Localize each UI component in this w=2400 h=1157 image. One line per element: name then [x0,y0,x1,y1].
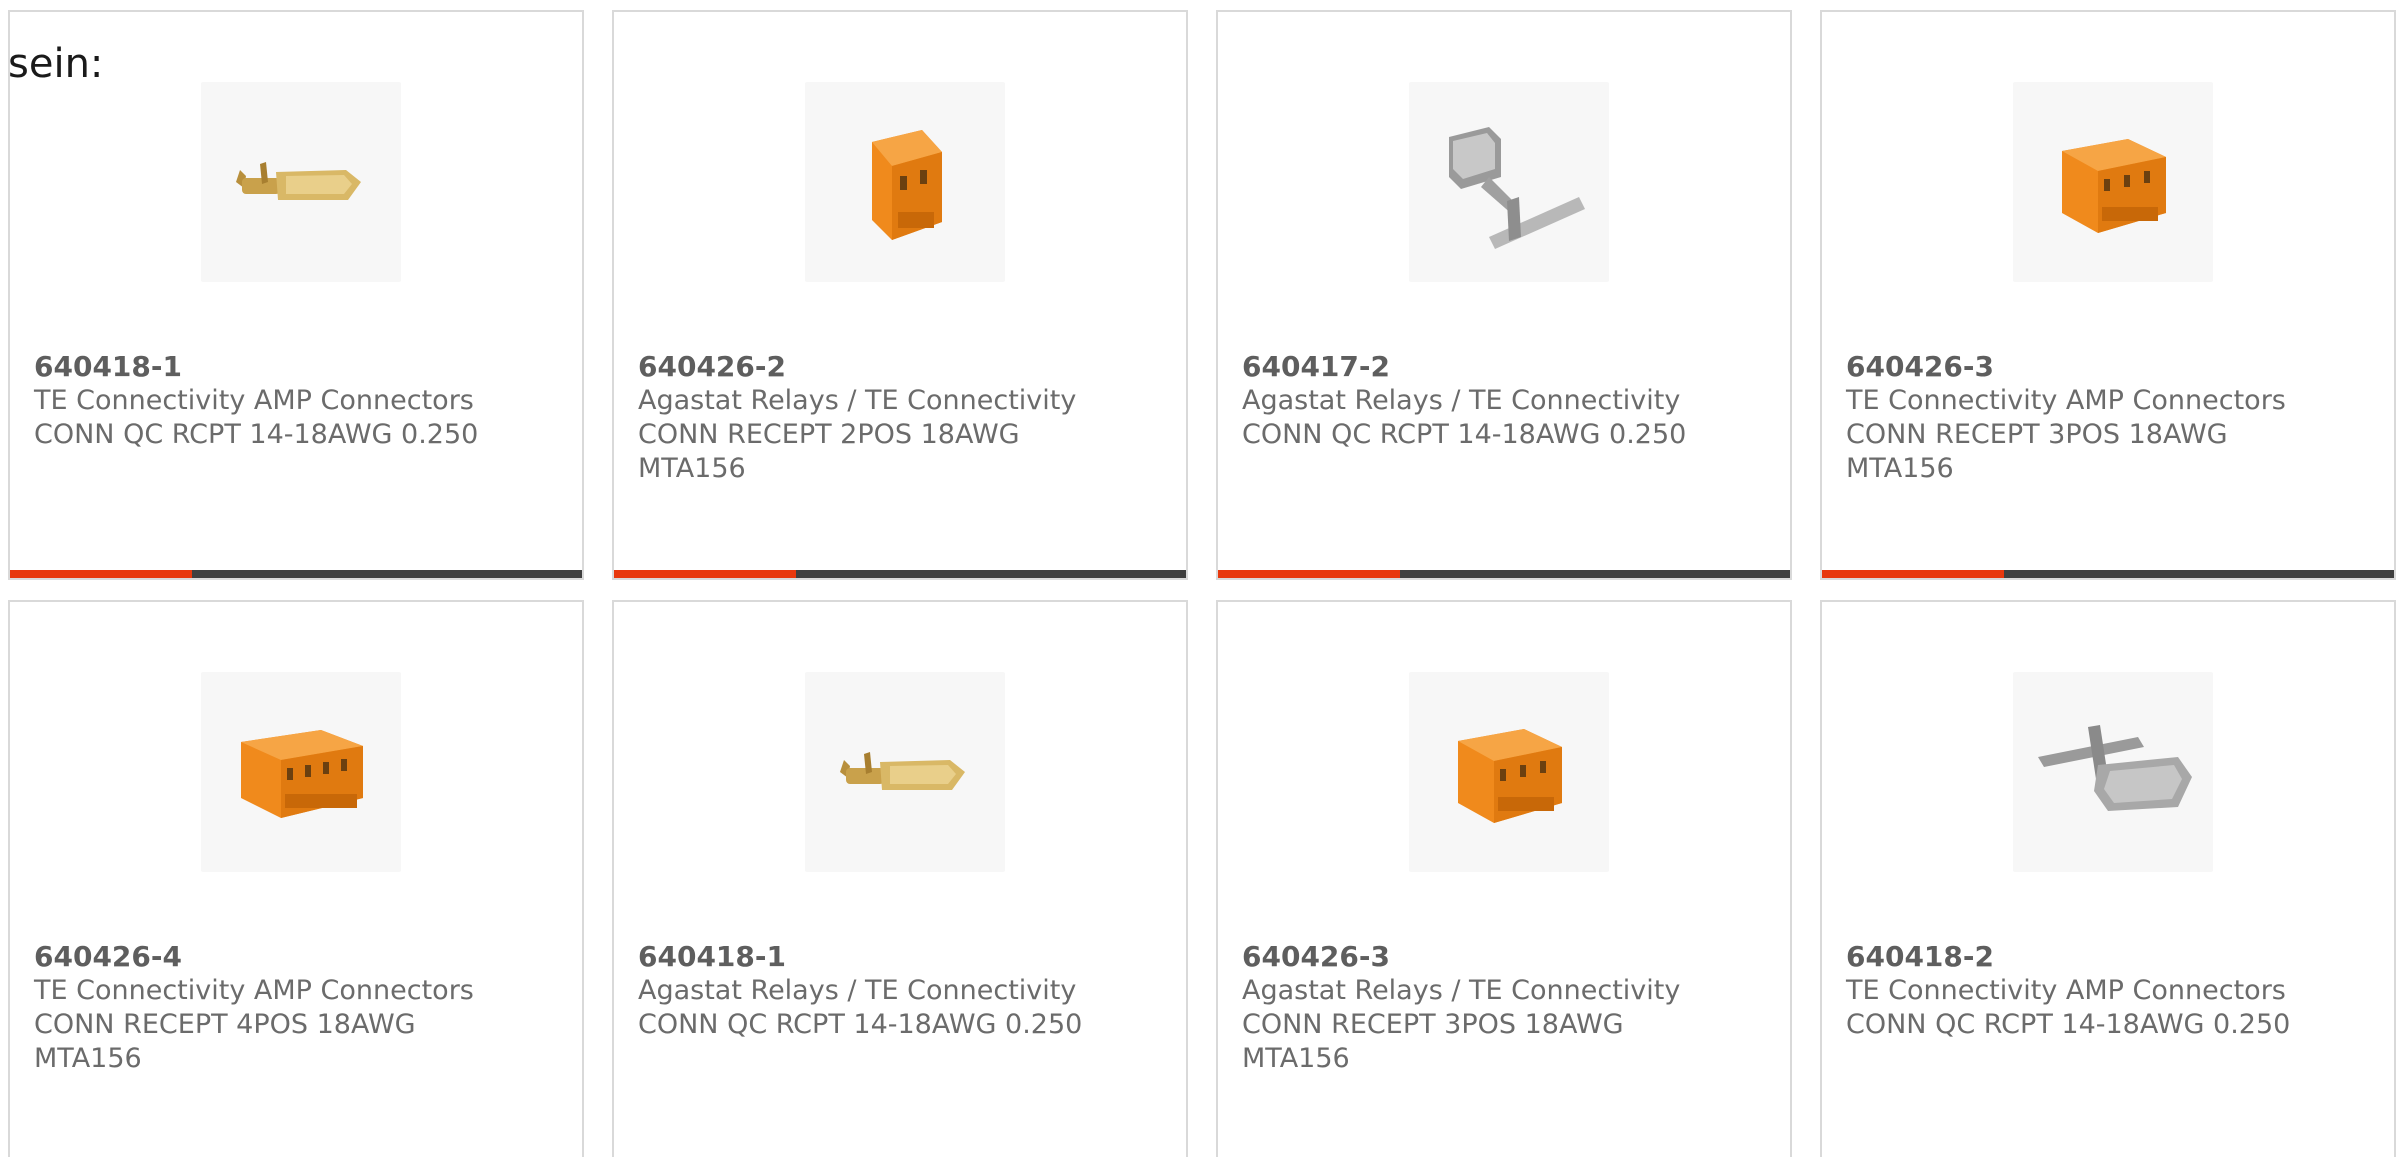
product-description: CONN RECEPT 3POS 18AWG MTA156 [1846,419,2228,484]
product-card[interactable]: 640426-2 Agastat Relays / TE Connectivit… [612,10,1188,580]
product-description: CONN QC RCPT 14-18AWG 0.250 [34,419,479,450]
steel-terminal-icon [2038,725,2192,811]
card-bar-accent [1822,570,2004,578]
product-image[interactable] [1409,82,1609,282]
product-info: 640426-3 TE Connectivity AMP Connectors … [1846,350,2374,486]
product-info: 640417-2 Agastat Relays / TE Connectivit… [1242,350,1770,452]
product-image[interactable] [2013,82,2213,282]
product-description: CONN RECEPT 3POS 18AWG MTA156 [1242,1009,1624,1074]
product-image[interactable] [201,672,401,872]
orange-housing-3pos-icon [1458,729,1562,823]
manufacturer: Agastat Relays / TE Connectivity [638,385,1077,416]
part-number-link[interactable]: 640426-3 [1242,940,1770,974]
part-number-link[interactable]: 640418-1 [638,940,1166,974]
product-info: 640418-2 TE Connectivity AMP Connectors … [1846,940,2374,1042]
brass-terminal-icon [236,162,361,200]
product-info: 640426-2 Agastat Relays / TE Connectivit… [638,350,1166,486]
product-card[interactable]: 640418-1 TE Connectivity AMP Connectors … [8,10,584,580]
part-number-link[interactable]: 640417-2 [1242,350,1770,384]
product-image[interactable] [805,672,1005,872]
part-number-link[interactable]: 640426-2 [638,350,1166,384]
card-bar-accent [614,570,796,578]
orange-housing-2pos-icon [872,130,942,240]
product-info: 640418-1 TE Connectivity AMP Connectors … [34,350,562,452]
manufacturer: TE Connectivity AMP Connectors [1846,385,2286,416]
product-card[interactable]: 640426-4 TE Connectivity AMP Connectors … [8,600,584,1157]
product-card[interactable]: 640426-3 TE Connectivity AMP Connectors … [1820,10,2396,580]
manufacturer: Agastat Relays / TE Connectivity [638,975,1077,1006]
section-heading: sein: [8,41,104,87]
part-number-link[interactable]: 640418-2 [1846,940,2374,974]
product-info: 640418-1 Agastat Relays / TE Connectivit… [638,940,1166,1042]
orange-housing-3pos-icon [2062,139,2166,233]
part-number-link[interactable]: 640426-3 [1846,350,2374,384]
steel-terminal-strip-icon [1449,127,1585,249]
part-number-link[interactable]: 640418-1 [34,350,562,384]
product-description: CONN RECEPT 4POS 18AWG MTA156 [34,1009,416,1074]
product-image[interactable] [2013,672,2213,872]
product-card[interactable]: 640426-3 Agastat Relays / TE Connectivit… [1216,600,1792,1157]
manufacturer: TE Connectivity AMP Connectors [1846,975,2286,1006]
product-image[interactable] [201,82,401,282]
product-card[interactable]: 640418-1 Agastat Relays / TE Connectivit… [612,600,1188,1157]
product-info: 640426-4 TE Connectivity AMP Connectors … [34,940,562,1076]
manufacturer: Agastat Relays / TE Connectivity [1242,975,1681,1006]
product-description: CONN QC RCPT 14-18AWG 0.250 [638,1009,1083,1040]
product-image[interactable] [805,82,1005,282]
card-bar-accent [1218,570,1400,578]
manufacturer: Agastat Relays / TE Connectivity [1242,385,1681,416]
product-grid-page: sein: 640418-1 TE Connectivity AMP Conne… [0,0,2400,1157]
product-card[interactable]: 640418-2 TE Connectivity AMP Connectors … [1820,600,2396,1157]
brass-terminal-icon [840,752,965,790]
product-info: 640426-3 Agastat Relays / TE Connectivit… [1242,940,1770,1076]
product-description: CONN QC RCPT 14-18AWG 0.250 [1242,419,1687,450]
product-card[interactable]: 640417-2 Agastat Relays / TE Connectivit… [1216,10,1792,580]
card-bar [614,570,1186,578]
manufacturer: TE Connectivity AMP Connectors [34,385,474,416]
card-bar [10,570,582,578]
product-description: CONN RECEPT 2POS 18AWG MTA156 [638,419,1020,484]
manufacturer: TE Connectivity AMP Connectors [34,975,474,1006]
orange-housing-4pos-icon [241,730,363,818]
card-bar-accent [10,570,192,578]
part-number-link[interactable]: 640426-4 [34,940,562,974]
product-image[interactable] [1409,672,1609,872]
product-description: CONN QC RCPT 14-18AWG 0.250 [1846,1009,2291,1040]
card-bar [1822,570,2394,578]
card-bar [1218,570,1790,578]
